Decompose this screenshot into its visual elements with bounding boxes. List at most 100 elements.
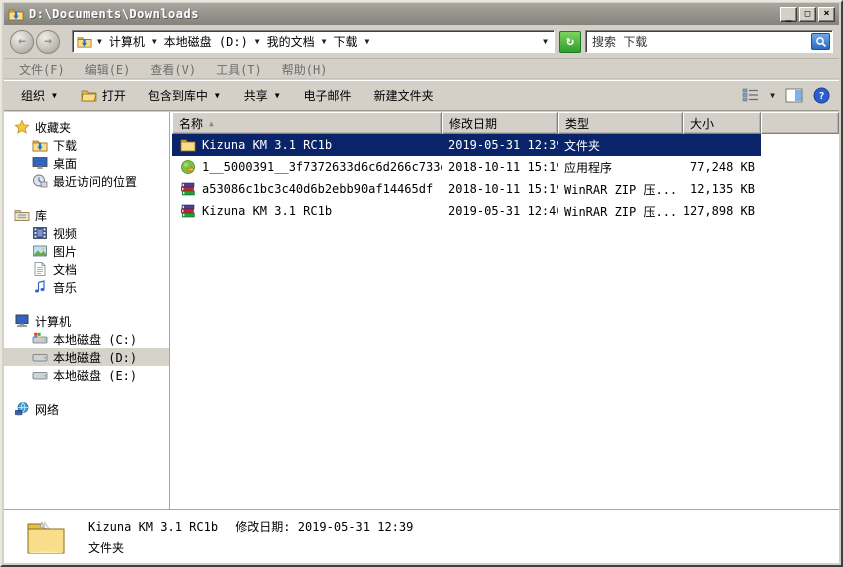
column-headers: 名称 ▲ 修改日期 类型 大小 bbox=[172, 112, 839, 134]
share-button[interactable]: 共享▼ bbox=[235, 84, 291, 107]
folder-icon bbox=[180, 137, 196, 153]
column-header-type[interactable]: 类型 bbox=[558, 112, 683, 134]
change-view-button[interactable] bbox=[741, 86, 761, 104]
back-arrow-icon: ← bbox=[18, 34, 26, 49]
magnifier-icon bbox=[815, 36, 827, 48]
sidebar-item-desktop[interactable]: 桌面 bbox=[4, 154, 169, 172]
file-type: WinRAR ZIP 压... bbox=[558, 178, 683, 200]
application-icon bbox=[180, 159, 196, 175]
sidebar-section-network[interactable]: 网络 bbox=[4, 400, 169, 418]
file-name: 1__5000391__3f7372633d6c6d266c733d... bbox=[202, 160, 442, 174]
chevron-down-icon[interactable]: ▼ bbox=[320, 37, 329, 46]
include-in-library-button[interactable]: 包含到库中▼ bbox=[139, 84, 231, 107]
sidebar-item-local-disk-d[interactable]: 本地磁盘 (D:) bbox=[4, 348, 169, 366]
open-folder-icon bbox=[81, 87, 97, 103]
details-modified-value: 2019-05-31 12:39 bbox=[298, 520, 414, 534]
preview-pane-button[interactable] bbox=[784, 86, 804, 104]
details-pane: Kizuna KM 3.1 RC1b 修改日期: 2019-05-31 12:3… bbox=[4, 509, 839, 563]
menu-file[interactable]: 文件(F) bbox=[10, 60, 74, 79]
file-size: 127,898 KB bbox=[683, 200, 761, 222]
help-icon: ? bbox=[813, 87, 830, 104]
menu-view[interactable]: 查看(V) bbox=[141, 60, 205, 79]
explorer-window: D:\Documents\Downloads _ □ × ← → ▼ 计算机 ▼… bbox=[0, 0, 843, 567]
documents-icon bbox=[32, 261, 48, 277]
column-header-date-modified[interactable]: 修改日期 bbox=[442, 112, 558, 134]
maximize-button[interactable]: □ bbox=[799, 7, 816, 22]
sidebar-item-local-disk-c[interactable]: 本地磁盘 (C:) bbox=[4, 330, 169, 348]
downloads-folder-icon bbox=[8, 6, 24, 22]
selected-folder-icon bbox=[26, 519, 66, 555]
file-size bbox=[683, 134, 761, 156]
forward-arrow-icon: → bbox=[44, 34, 52, 49]
close-button[interactable]: × bbox=[818, 7, 835, 22]
chevron-down-icon[interactable]: ▼ bbox=[768, 91, 777, 100]
window-title: D:\Documents\Downloads bbox=[29, 7, 780, 21]
preview-pane-icon bbox=[785, 88, 803, 103]
libraries-icon bbox=[14, 207, 30, 223]
column-header-size[interactable]: 大小 bbox=[683, 112, 761, 134]
chevron-down-icon[interactable]: ▼ bbox=[150, 37, 159, 46]
details-file-type: 文件夹 bbox=[88, 541, 124, 555]
menu-edit[interactable]: 编辑(E) bbox=[76, 60, 140, 79]
content-area: 收藏夹 下载 bbox=[4, 112, 839, 509]
file-size: 12,135 KB bbox=[683, 178, 761, 200]
title-bar[interactable]: D:\Documents\Downloads _ □ × bbox=[4, 3, 839, 25]
sidebar-item-documents[interactable]: 文档 bbox=[4, 260, 169, 278]
open-button[interactable]: 打开 bbox=[72, 84, 135, 107]
minimize-button[interactable]: _ bbox=[780, 7, 797, 22]
breadcrumb-downloads[interactable]: 下载 bbox=[330, 33, 360, 50]
sidebar-item-videos[interactable]: 视频 bbox=[4, 224, 169, 242]
sidebar-item-pictures[interactable]: 图片 bbox=[4, 242, 169, 260]
sidebar-item-music[interactable]: 音乐 bbox=[4, 278, 169, 296]
file-name: a53086c1bc3c40d6b2ebb90af14465df bbox=[202, 182, 433, 196]
winrar-archive-icon bbox=[180, 203, 196, 219]
sidebar-section-computer[interactable]: 计算机 bbox=[4, 312, 169, 330]
star-icon bbox=[14, 119, 30, 135]
downloads-folder-icon bbox=[32, 137, 48, 153]
refresh-button[interactable]: ↻ bbox=[559, 31, 581, 53]
back-button[interactable]: ← bbox=[10, 30, 34, 54]
chevron-down-icon[interactable]: ▼ bbox=[95, 37, 104, 46]
file-name: Kizuna KM 3.1 RC1b bbox=[202, 138, 332, 152]
breadcrumb-computer[interactable]: 计算机 bbox=[106, 33, 148, 50]
search-button[interactable] bbox=[811, 33, 830, 50]
search-input[interactable]: 搜索 下载 bbox=[585, 30, 833, 53]
command-bar: 组织▼ 打开 包含到库中▼ 共享▼ 电子邮件 新建文件夹 bbox=[4, 80, 839, 111]
navigation-pane: 收藏夹 下载 bbox=[4, 112, 170, 509]
sidebar-section-favorites[interactable]: 收藏夹 bbox=[4, 118, 169, 136]
breadcrumb-my-documents[interactable]: 我的文档 bbox=[264, 33, 318, 50]
address-history-dropdown-icon[interactable]: ▼ bbox=[541, 37, 550, 46]
file-row-application[interactable]: 1__5000391__3f7372633d6c6d266c733d... 20… bbox=[172, 156, 839, 178]
refresh-icon: ↻ bbox=[566, 34, 574, 49]
column-header-name[interactable]: 名称 ▲ bbox=[172, 112, 442, 134]
organize-button[interactable]: 组织▼ bbox=[12, 84, 68, 107]
svg-text:?: ? bbox=[818, 91, 824, 102]
file-date: 2019-05-31 12:40 bbox=[442, 200, 558, 222]
drive-icon bbox=[32, 367, 48, 383]
file-row-archive-a53086[interactable]: a53086c1bc3c40d6b2ebb90af14465df 2018-10… bbox=[172, 178, 839, 200]
system-drive-icon bbox=[32, 331, 48, 347]
search-placeholder: 搜索 下载 bbox=[592, 33, 807, 50]
file-row-kizuna-folder[interactable]: Kizuna KM 3.1 RC1b 2019-05-31 12:39 文件夹 bbox=[172, 134, 839, 156]
forward-button[interactable]: → bbox=[36, 30, 60, 54]
breadcrumb-local-disk-d[interactable]: 本地磁盘 (D:) bbox=[161, 33, 251, 50]
chevron-down-icon[interactable]: ▼ bbox=[253, 37, 262, 46]
file-date: 2018-10-11 15:19 bbox=[442, 156, 558, 178]
new-folder-button[interactable]: 新建文件夹 bbox=[365, 84, 443, 107]
file-date: 2018-10-11 15:19 bbox=[442, 178, 558, 200]
sidebar-item-recent-places[interactable]: 最近访问的位置 bbox=[4, 172, 169, 190]
help-button[interactable]: ? bbox=[811, 86, 831, 104]
sidebar-section-libraries[interactable]: 库 bbox=[4, 206, 169, 224]
menu-help[interactable]: 帮助(H) bbox=[273, 60, 337, 79]
sidebar-item-local-disk-e[interactable]: 本地磁盘 (E:) bbox=[4, 366, 169, 384]
email-button[interactable]: 电子邮件 bbox=[295, 84, 361, 107]
file-type: 应用程序 bbox=[558, 156, 683, 178]
network-icon bbox=[14, 401, 30, 417]
sidebar-item-downloads[interactable]: 下载 bbox=[4, 136, 169, 154]
file-row-archive-kizuna[interactable]: Kizuna KM 3.1 RC1b 2019-05-31 12:40 WinR… bbox=[172, 200, 839, 222]
recent-places-icon bbox=[32, 173, 48, 189]
chevron-down-icon: ▼ bbox=[50, 91, 59, 100]
address-bar[interactable]: ▼ 计算机 ▼ 本地磁盘 (D:) ▼ 我的文档 ▼ 下载 ▼ ▼ bbox=[72, 30, 555, 53]
menu-tools[interactable]: 工具(T) bbox=[207, 60, 271, 79]
chevron-down-icon[interactable]: ▼ bbox=[362, 37, 371, 46]
